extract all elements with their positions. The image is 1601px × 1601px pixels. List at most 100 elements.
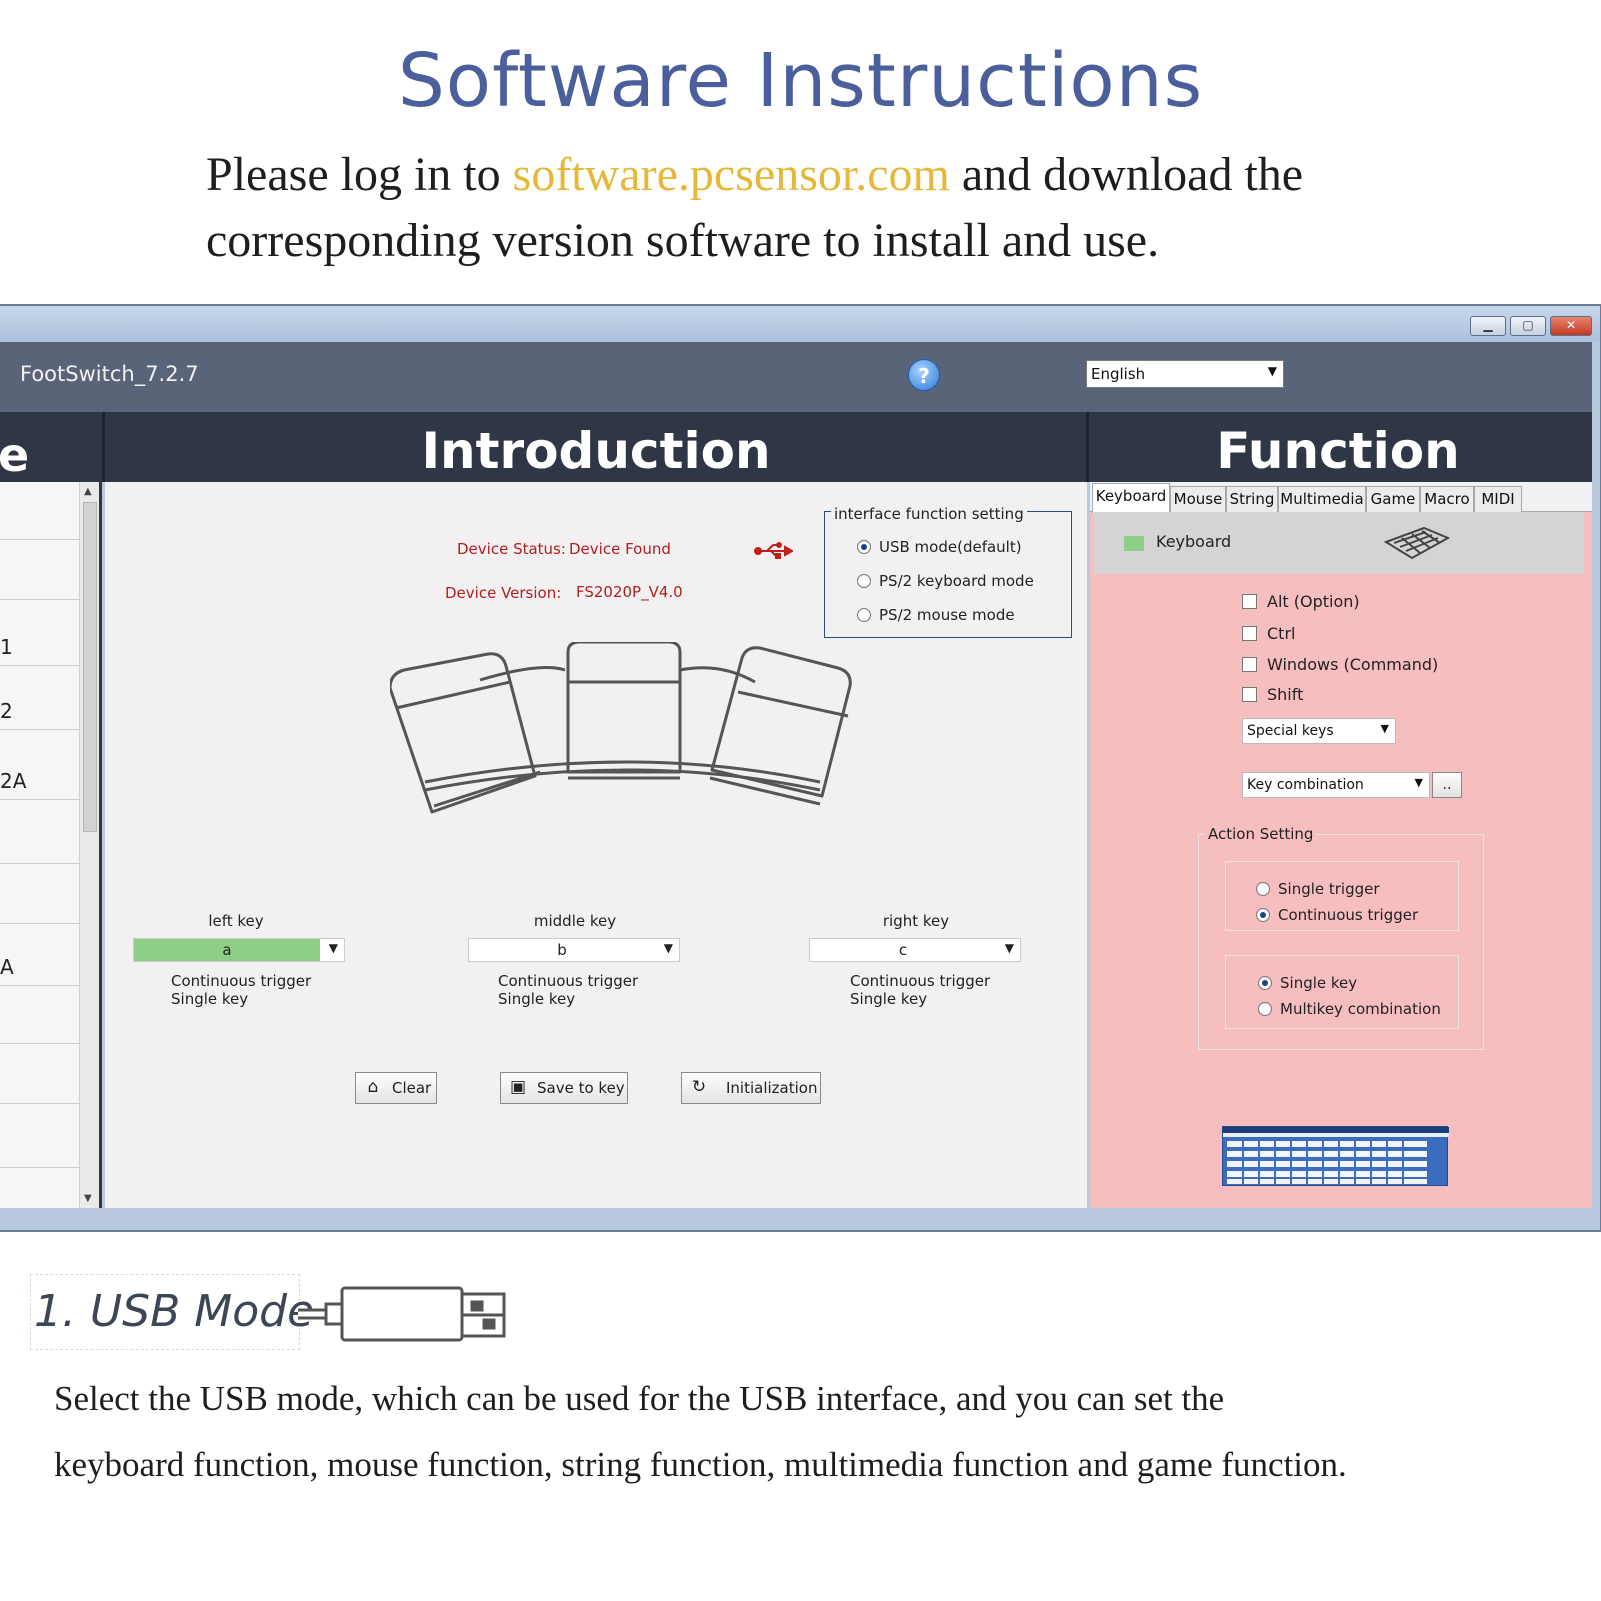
intro-line2: corresponding version software to instal… <box>206 214 1160 267</box>
action-setting-group: Action Setting Single trigger Continuous… <box>1198 825 1484 1050</box>
middle-key-label: middle key <box>533 912 617 930</box>
function-tabs: Keyboard Mouse String Multimedia Game Ma… <box>1090 482 1592 513</box>
function-panel: Keyboard Mouse String Multimedia Game Ma… <box>1090 482 1592 1208</box>
device-status-value: Device Found <box>569 540 671 558</box>
chevron-down-icon: ▼ <box>1380 722 1389 735</box>
chevron-down-icon: ▼ <box>1414 776 1423 789</box>
tab-midi[interactable]: MIDI <box>1474 486 1522 512</box>
tab-mouse[interactable]: Mouse <box>1170 486 1226 512</box>
chevron-down-icon: ▼ <box>1267 364 1277 378</box>
tab-macro[interactable]: Macro <box>1420 486 1474 512</box>
shift-checkbox[interactable]: Shift <box>1242 685 1303 704</box>
ctrl-checkbox[interactable]: Ctrl <box>1242 624 1295 643</box>
list-item[interactable]: A <box>0 924 82 986</box>
refresh-icon: ↻ <box>691 1077 707 1097</box>
single-key-radio[interactable]: Single key <box>1258 974 1357 992</box>
usb-mode-description: Select the USB mode, which can be used f… <box>54 1366 1574 1498</box>
usb-icon <box>753 538 795 568</box>
continuous-trigger-radio[interactable]: Continuous trigger <box>1256 906 1418 924</box>
multikey-combination-radio[interactable]: Multikey combination <box>1258 1000 1441 1018</box>
keyboard-section-header: Keyboard <box>1094 512 1584 574</box>
radio-icon <box>1256 882 1270 896</box>
list-item[interactable] <box>0 482 82 540</box>
checkbox-icon <box>1242 626 1257 641</box>
list-item[interactable] <box>0 986 82 1044</box>
right-key-select[interactable]: c ▼ <box>809 938 1021 962</box>
keyboard-icon <box>1384 526 1450 560</box>
header-divider <box>102 412 105 482</box>
title-bar: ▁ ▢ ✕ <box>0 306 1600 342</box>
keyboard-section-label: Keyboard <box>1156 532 1232 551</box>
interface-setting-group: interface function setting USB mode(defa… <box>824 505 1072 638</box>
trigger-group: Single trigger Continuous trigger <box>1225 861 1459 931</box>
middle-key-select[interactable]: b ▼ <box>468 938 680 962</box>
tab-multimedia[interactable]: Multimedia <box>1278 486 1366 512</box>
tab-game[interactable]: Game <box>1366 486 1420 512</box>
checkbox-icon <box>1242 687 1257 702</box>
page-title: Software Instructions <box>397 38 1204 124</box>
intro-text: Please log in to software.pcsensor.com a… <box>206 142 1506 274</box>
list-item[interactable]: 2A <box>0 730 82 800</box>
left-key-description: Continuous trigger Single key <box>171 972 312 1008</box>
chevron-down-icon: ▼ <box>1004 941 1014 955</box>
chevron-down-icon: ▼ <box>328 941 338 955</box>
left-key-select[interactable]: a ▼ <box>133 938 345 962</box>
radio-icon <box>857 574 871 588</box>
device-version-label: Device Version: <box>445 584 562 602</box>
save-to-key-button[interactable]: ▣ Save to key <box>500 1072 628 1104</box>
ps2-keyboard-radio[interactable]: PS/2 keyboard mode <box>857 572 1034 590</box>
ps2-mouse-radio[interactable]: PS/2 mouse mode <box>857 606 1015 624</box>
on-screen-keyboard-thumbnail[interactable] <box>1222 1126 1449 1186</box>
list-item[interactable] <box>0 1104 82 1168</box>
list-item[interactable]: 1 <box>0 600 82 666</box>
download-link[interactable]: software.pcsensor.com <box>513 148 950 201</box>
app-name: FootSwitch_7.2.7 <box>20 362 199 386</box>
interface-setting-title: interface function setting <box>831 505 1027 523</box>
right-key-description: Continuous trigger Single key <box>850 972 991 1008</box>
tab-keyboard[interactable]: Keyboard <box>1092 483 1170 513</box>
scroll-down-icon[interactable]: ▼ <box>84 1193 92 1204</box>
introduction-header: Introduction <box>421 422 771 480</box>
scroll-thumb[interactable] <box>83 502 97 832</box>
device-version-value: FS2020P_V4.0 <box>576 583 683 601</box>
windows-checkbox[interactable]: Windows (Command) <box>1242 655 1438 674</box>
list-item[interactable]: 2 <box>0 666 82 730</box>
foot-pedal-illustration <box>390 642 852 814</box>
on-screen-keyboard-icon <box>1223 1127 1449 1185</box>
list-item[interactable] <box>0 864 82 924</box>
app-toolbar: FootSwitch_7.2.7 ? English ▼ <box>0 342 1592 412</box>
radio-selected-icon <box>1258 976 1272 990</box>
list-item[interactable] <box>0 540 82 600</box>
single-trigger-radio[interactable]: Single trigger <box>1256 880 1380 898</box>
key-combination-select[interactable]: Key combination ▼ <box>1242 772 1430 798</box>
key-mode-group: Single key Multikey combination <box>1225 955 1459 1029</box>
intro-line1-start: Please log in to <box>206 148 513 201</box>
maximize-button[interactable]: ▢ <box>1510 316 1546 336</box>
introduction-panel: Device Status: Device Found Device Versi… <box>105 482 1087 1208</box>
clear-button[interactable]: ⌂ Clear <box>355 1072 437 1104</box>
key-combination-browse-button[interactable]: .. <box>1432 772 1462 798</box>
close-button[interactable]: ✕ <box>1550 316 1592 336</box>
language-select[interactable]: English ▼ <box>1086 360 1284 388</box>
list-item[interactable] <box>0 1044 82 1104</box>
chevron-down-icon: ▼ <box>663 941 673 955</box>
alt-checkbox[interactable]: Alt (Option) <box>1242 592 1360 611</box>
usb-mode-line2: keyboard function, mouse function, strin… <box>54 1445 1347 1484</box>
minimize-button[interactable]: ▁ <box>1470 316 1506 336</box>
left-panel-header: e <box>0 428 30 482</box>
list-scrollbar[interactable]: ▲ ▼ <box>79 482 99 1208</box>
usb-plug-icon <box>298 1286 506 1342</box>
help-icon[interactable]: ? <box>908 359 940 391</box>
special-keys-select[interactable]: Special keys ▼ <box>1242 718 1396 744</box>
usb-mode-radio[interactable]: USB mode(default) <box>857 538 1022 556</box>
initialization-button[interactable]: ↻ Initialization <box>681 1072 821 1104</box>
tab-string[interactable]: String <box>1226 486 1278 512</box>
language-value: English <box>1091 365 1146 383</box>
middle-key-value: b <box>557 941 567 959</box>
right-key-value: c <box>898 941 908 959</box>
panel-headers: e Introduction Function <box>0 412 1592 482</box>
clear-icon: ⌂ <box>367 1077 379 1097</box>
left-key-value: a <box>134 939 320 961</box>
scroll-up-icon[interactable]: ▲ <box>84 486 92 497</box>
list-item[interactable] <box>0 800 82 864</box>
